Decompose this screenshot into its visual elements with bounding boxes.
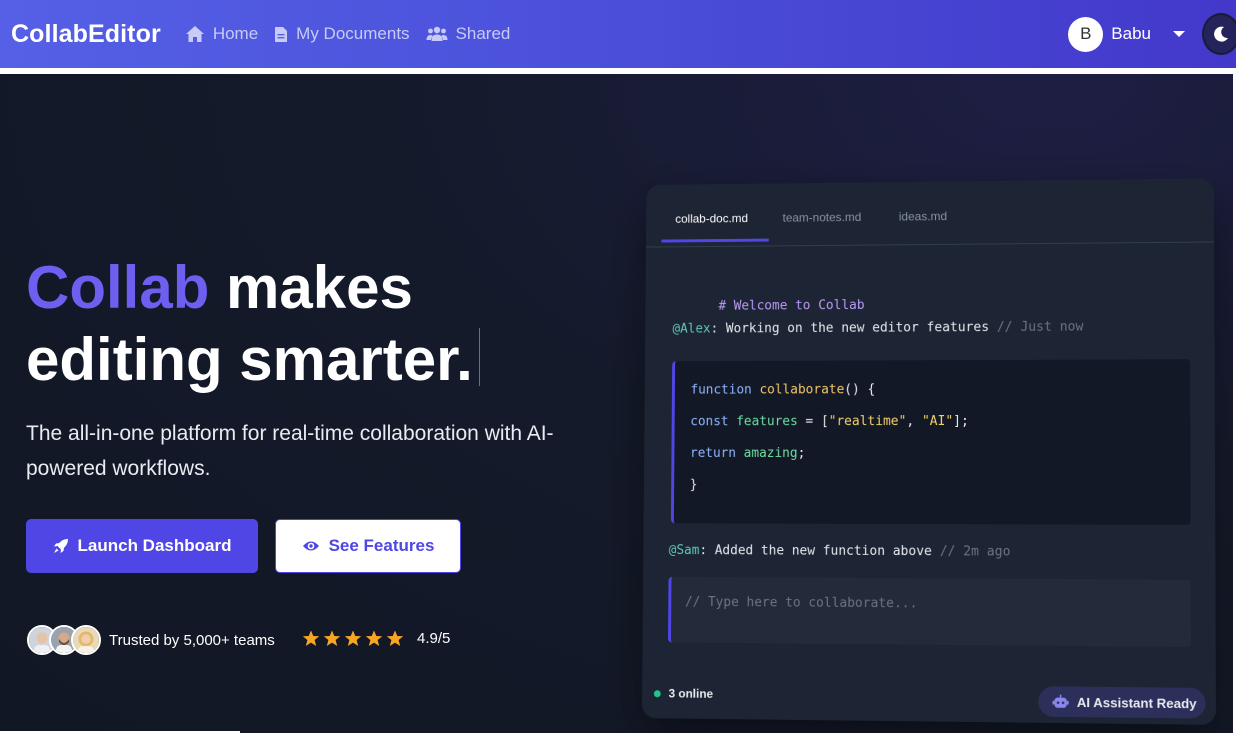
star-icon: [365, 630, 383, 646]
nav-link-my-documents[interactable]: My Documents: [274, 24, 410, 44]
code-function-name: collaborate: [759, 382, 845, 398]
nav-link-home[interactable]: Home: [185, 24, 258, 44]
nav-link-label: My Documents: [296, 24, 410, 43]
users-icon: [426, 26, 448, 41]
user-avatar-3: [71, 625, 101, 655]
hero-section: Collab makes editing smarter. The all-in…: [0, 74, 1233, 733]
user-menu: B Babu: [1068, 0, 1236, 68]
typing-cursor: [478, 328, 480, 386]
hero-headline: Collab makes editing smarter.: [26, 252, 480, 396]
star-icon: [344, 630, 362, 646]
code-keyword: const: [690, 414, 737, 430]
active-tab-indicator: [661, 238, 769, 243]
code-keyword: return: [689, 446, 744, 461]
hero-subtitle: The all-in-one platform for real-time co…: [26, 422, 554, 480]
comment-time: // 2m ago: [939, 544, 1011, 560]
comment-time: // Just now: [996, 319, 1084, 336]
code-punctuation: }: [689, 477, 698, 493]
mention-alex: @Alex: [672, 321, 711, 337]
headline-line-2: editing smarter.: [26, 326, 473, 393]
tab-ideas[interactable]: ideas.md: [899, 209, 947, 223]
code-block: function collaborate() { const features …: [670, 359, 1191, 525]
code-punctuation: ,: [906, 414, 922, 430]
comment-text: : Added the new function above: [699, 543, 940, 560]
comment-alex: @Alex: Working on the new editor feature…: [672, 320, 1083, 337]
online-dot: [653, 689, 661, 697]
editor-tabs: collab-doc.md team-notes.md ideas.md: [645, 178, 1215, 248]
button-label: See Features: [328, 536, 435, 555]
code-line-2: const features = ["realtime", "AI"];: [690, 414, 969, 429]
brand-logo[interactable]: CollabEditor: [11, 20, 161, 49]
code-punctuation: ;: [797, 446, 806, 461]
online-status: 3 online: [653, 686, 714, 701]
comment-sam: @Sam: Added the new function above // 2m…: [669, 543, 1011, 560]
user-name[interactable]: Babu: [1111, 24, 1151, 44]
star-icon: [323, 630, 341, 646]
collab-input[interactable]: // Type here to collaborate...: [667, 576, 1192, 647]
document-icon: [275, 26, 288, 42]
code-line-1: function collaborate() {: [690, 382, 875, 397]
code-punctuation: () {: [844, 382, 876, 398]
tab-collab-doc[interactable]: collab-doc.md: [675, 211, 748, 225]
home-icon: [185, 26, 204, 42]
star-icon: [302, 630, 320, 646]
code-keyword: function: [690, 382, 760, 398]
ai-status-text: AI Assistant Ready: [1076, 694, 1197, 711]
trust-text: Trusted by 5,000+ teams: [109, 631, 275, 649]
eye-icon: [302, 541, 319, 551]
code-string: "realtime": [828, 414, 907, 430]
editor-preview-card: collab-doc.md team-notes.md ideas.md # W…: [641, 178, 1216, 725]
rating-stars: 4.9/5: [302, 630, 450, 647]
input-placeholder: // Type here to collaborate...: [684, 594, 918, 612]
trust-indicator: Trusted by 5,000+ teams: [27, 625, 275, 655]
nav-link-label: Home: [212, 24, 259, 43]
ai-assistant-badge[interactable]: AI Assistant Ready: [1038, 686, 1206, 719]
moon-icon: [1214, 26, 1228, 42]
see-features-button[interactable]: See Features: [275, 519, 461, 573]
top-navbar: CollabEditor Home My Documents Shared B …: [0, 0, 1236, 68]
code-variable: features: [736, 414, 798, 430]
headline-accent: Collab: [26, 254, 210, 321]
code-line-4: }: [690, 478, 698, 493]
headline-word: makes: [209, 254, 413, 321]
launch-dashboard-button[interactable]: Launch Dashboard: [26, 519, 258, 573]
code-punctuation: ];: [953, 413, 969, 429]
code-variable: amazing: [743, 446, 798, 461]
tab-team-notes[interactable]: team-notes.md: [783, 210, 862, 225]
online-count: 3 online: [668, 686, 714, 701]
code-string: "AI": [921, 414, 954, 430]
user-avatar[interactable]: B: [1068, 16, 1104, 52]
code-line-3: return amazing;: [690, 446, 805, 461]
comment-text: : Working on the new editor features: [710, 320, 997, 337]
theme-toggle-button[interactable]: [1202, 13, 1236, 55]
mention-sam: @Sam: [668, 543, 700, 559]
rating-value: 4.9/5: [417, 630, 451, 647]
button-label: Launch Dashboard: [77, 536, 232, 555]
nav-link-shared[interactable]: Shared: [426, 24, 511, 44]
nav-link-label: Shared: [455, 24, 511, 43]
rocket-icon: [53, 539, 68, 553]
heading-text: # Welcome to Collab: [718, 298, 865, 314]
chevron-down-icon[interactable]: [1173, 31, 1185, 37]
star-icon: [386, 630, 404, 646]
code-punctuation: = [: [797, 414, 829, 430]
robot-icon: [1052, 694, 1069, 708]
